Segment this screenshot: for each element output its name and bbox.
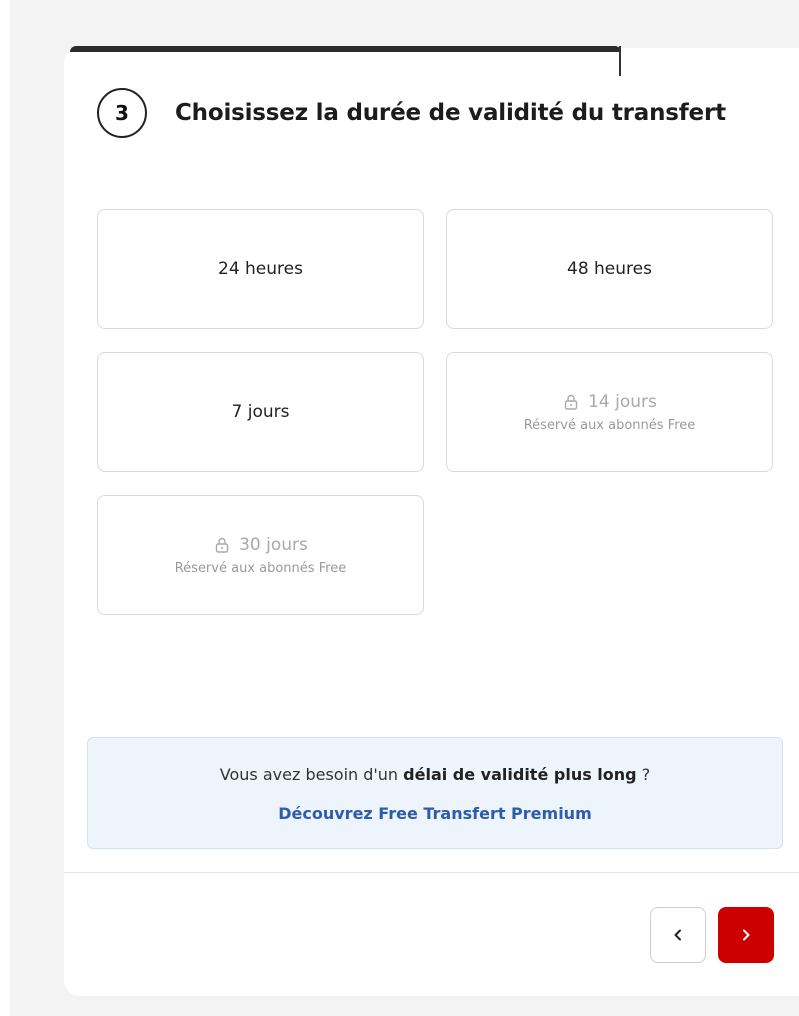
progress-bar: [70, 46, 621, 52]
step-number-badge: 3: [97, 88, 147, 138]
option-7-days[interactable]: 7 jours: [97, 352, 424, 472]
page-edge: [0, 0, 10, 1016]
option-label: 24 heures: [218, 259, 303, 279]
option-label: 30 jours: [239, 534, 308, 555]
option-30-days-locked: 30 jours Réservé aux abonnés Free: [97, 495, 424, 615]
option-48-hours[interactable]: 48 heures: [446, 209, 773, 329]
previous-button[interactable]: [650, 907, 706, 963]
progress-marker: [619, 46, 621, 76]
chevron-right-icon: [743, 929, 750, 941]
subscriber-only-note: Réservé aux abonnés Free: [523, 417, 696, 433]
option-label: 7 jours: [231, 402, 290, 422]
step-header: 3 Choisissez la durée de validité du tra…: [97, 88, 726, 138]
premium-highlight: délai de validité plus long: [403, 765, 637, 784]
next-button[interactable]: [718, 907, 774, 963]
subscriber-only-note: Réservé aux abonnés Free: [174, 560, 347, 576]
lock-icon: [564, 394, 578, 410]
option-label: 48 heures: [567, 259, 652, 279]
footer-divider: [64, 872, 799, 873]
option-14-days-locked: 14 jours Réservé aux abonnés Free: [446, 352, 773, 472]
option-24-hours[interactable]: 24 heures: [97, 209, 424, 329]
option-label: 14 jours: [588, 391, 657, 412]
premium-prompt: Vous avez besoin d'un délai de validité …: [219, 765, 651, 784]
lock-icon: [215, 537, 229, 553]
chevron-left-icon: [674, 929, 681, 941]
premium-link[interactable]: Découvrez Free Transfert Premium: [88, 804, 782, 823]
step-title: Choisissez la durée de validité du trans…: [175, 100, 726, 126]
premium-info-box: Vous avez besoin d'un délai de validité …: [87, 737, 783, 849]
